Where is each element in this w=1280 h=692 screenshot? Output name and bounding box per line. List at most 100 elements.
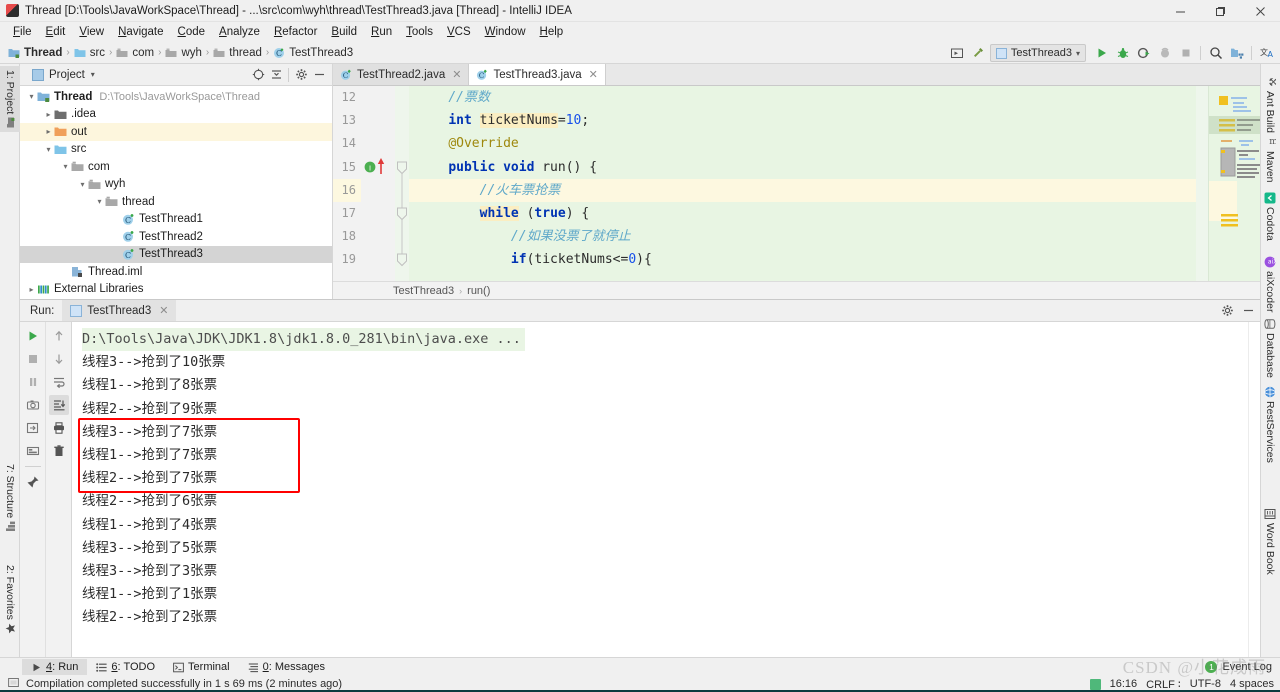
tree-node-thread[interactable]: ▾ thread: [20, 193, 332, 211]
close-icon[interactable]: ✕: [452, 68, 461, 81]
chevron-right-icon[interactable]: ▸: [43, 127, 54, 136]
tree-node-threadiml[interactable]: Thread.iml: [20, 263, 332, 281]
right-tab-database[interactable]: Database: [1260, 314, 1280, 382]
chevron-down-icon[interactable]: ▾: [91, 70, 95, 79]
code-line[interactable]: //票数: [409, 86, 1196, 109]
editor-breadcrumb-item[interactable]: TestThread3: [393, 285, 454, 297]
chevron-down-icon[interactable]: ▾: [43, 145, 54, 154]
bottom-tab-todo[interactable]: 6: TODO: [87, 659, 164, 675]
breadcrumb-item-testthread3[interactable]: C TestThread3: [273, 47, 353, 59]
right-tab-wordbook[interactable]: Word Book: [1260, 504, 1280, 579]
close-icon[interactable]: ✕: [589, 68, 598, 81]
code-line[interactable]: public void run() {: [409, 156, 1196, 179]
code-line[interactable]: while (true) {: [409, 202, 1196, 225]
status-encoding[interactable]: UTF-8: [1190, 678, 1221, 690]
soft-wrap-icon[interactable]: [49, 372, 69, 392]
right-tab-restservices[interactable]: RestServices: [1260, 382, 1280, 467]
translate-icon[interactable]: 文A: [1257, 44, 1276, 63]
collapse-all-icon[interactable]: [267, 66, 285, 84]
menu-refactor[interactable]: Refactor: [267, 24, 324, 40]
build-hammer-icon[interactable]: [969, 44, 988, 63]
breadcrumb-item-src[interactable]: src: [74, 47, 105, 59]
tree-node-externallibraries[interactable]: ▸ External Libraries: [20, 281, 332, 299]
bottom-tab-terminal[interactable]: Terminal: [164, 659, 239, 675]
menu-window[interactable]: Window: [478, 24, 533, 40]
tree-node-thread[interactable]: ▾ Thread D:\Tools\JavaWorkSpace\Thread: [20, 88, 332, 106]
breadcrumb-item-com[interactable]: com: [116, 47, 154, 59]
code-content[interactable]: //票数 int ticketNums=10; @Override public…: [409, 86, 1196, 281]
run-configuration-selector[interactable]: TestThread3 ▾: [989, 44, 1086, 62]
run-with-coverage-button[interactable]: [1134, 44, 1153, 63]
code-line[interactable]: @Override: [409, 132, 1196, 155]
breadcrumb-item-thread[interactable]: Thread: [8, 47, 62, 59]
tree-node-testthread2[interactable]: C TestThread2: [20, 228, 332, 246]
breadcrumb-item-thread[interactable]: thread: [213, 47, 262, 59]
error-stripe[interactable]: [1196, 86, 1208, 281]
project-tree[interactable]: ▾ Thread D:\Tools\JavaWorkSpace\Thread ▸ .id…: [20, 86, 332, 299]
code-minimap[interactable]: [1208, 86, 1260, 281]
hide-panel-icon[interactable]: [310, 66, 328, 84]
right-tab-maven[interactable]: m Maven: [1260, 132, 1280, 187]
editor-tab-testthread3java[interactable]: C TestThread3.java ✕: [469, 64, 606, 85]
close-button[interactable]: [1240, 0, 1280, 22]
pin-icon[interactable]: [23, 472, 43, 492]
debug-button[interactable]: [1113, 44, 1132, 63]
menu-file[interactable]: File: [6, 24, 39, 40]
gear-icon[interactable]: [292, 66, 310, 84]
menu-build[interactable]: Build: [324, 24, 364, 40]
code-line[interactable]: int ticketNums=10;: [409, 109, 1196, 132]
left-tab-favorites[interactable]: 2: Favorites: [0, 561, 20, 638]
code-folding-column[interactable]: [395, 86, 409, 281]
stop-button[interactable]: [1176, 44, 1195, 63]
console-output[interactable]: D:\Tools\Java\JDK\JDK1.8\jdk1.8.0_281\bi…: [72, 322, 1260, 676]
editor-breadcrumb-item[interactable]: run(): [467, 285, 490, 297]
chevron-down-icon[interactable]: ▾: [26, 92, 37, 101]
console-scrollbar[interactable]: [1248, 322, 1260, 676]
chevron-down-icon[interactable]: ▾: [94, 197, 105, 206]
code-line[interactable]: //如果没票了就停止: [409, 225, 1196, 248]
code-line[interactable]: //火车票抢票: [409, 178, 1196, 202]
bottom-tab-run[interactable]: 4: Run: [22, 659, 88, 675]
left-tab-structure[interactable]: 7: Structure: [0, 460, 20, 536]
menu-navigate[interactable]: Navigate: [111, 24, 170, 40]
print-icon[interactable]: [49, 418, 69, 438]
breadcrumb-item-wyh[interactable]: wyh: [165, 47, 202, 59]
tree-node-idea[interactable]: ▸ .idea: [20, 106, 332, 124]
status-line-separator[interactable]: CRLF ∶: [1146, 678, 1181, 691]
editor-tab-testthread2java[interactable]: C TestThread2.java ✕: [333, 64, 470, 85]
menu-run[interactable]: Run: [364, 24, 399, 40]
right-tab-codota[interactable]: Codota: [1260, 188, 1280, 245]
search-icon[interactable]: [1206, 44, 1225, 63]
tree-node-out[interactable]: ▸ out: [20, 123, 332, 141]
tree-node-testthread3[interactable]: C TestThread3: [20, 245, 332, 263]
close-icon[interactable]: ✕: [159, 304, 168, 317]
editor-breadcrumb[interactable]: TestThread3 › run(): [333, 281, 1260, 299]
left-tab-project[interactable]: 1: Project: [0, 66, 20, 133]
run-tab-testthread3[interactable]: TestThread3 ✕: [62, 300, 177, 321]
pause-icon[interactable]: [23, 372, 43, 392]
trash-icon[interactable]: [49, 441, 69, 461]
update-project-icon[interactable]: [948, 44, 967, 63]
maximize-button[interactable]: [1200, 0, 1240, 22]
scroll-to-end-icon[interactable]: [48, 395, 69, 415]
run-button[interactable]: [1092, 44, 1111, 63]
tree-node-com[interactable]: ▾ com: [20, 158, 332, 176]
tree-node-testthread1[interactable]: C TestThread1: [20, 211, 332, 229]
chevron-right-icon[interactable]: ▸: [43, 110, 54, 119]
locate-file-icon[interactable]: [249, 66, 267, 84]
terminal-status-icon[interactable]: [1089, 678, 1101, 690]
menu-view[interactable]: View: [72, 24, 111, 40]
menu-tools[interactable]: Tools: [399, 24, 440, 40]
gutter-markers[interactable]: I: [361, 86, 395, 281]
tree-node-wyh[interactable]: ▾ wyh: [20, 176, 332, 194]
code-editor[interactable]: 12 13 14 15 16 17 18 19 I //票数 int ticke…: [333, 86, 1260, 281]
gear-icon[interactable]: [1218, 302, 1236, 320]
status-indent[interactable]: 4 spaces: [1230, 678, 1274, 690]
tree-node-src[interactable]: ▾ src: [20, 141, 332, 159]
camera-icon[interactable]: [23, 395, 43, 415]
right-tab-antbuild[interactable]: ⚒ Ant Build: [1260, 72, 1280, 137]
profile-button[interactable]: [1155, 44, 1174, 63]
event-log-label[interactable]: Event Log: [1222, 661, 1272, 673]
bottom-tab-messages[interactable]: 0: Messages: [239, 659, 334, 675]
chevron-right-icon[interactable]: ▸: [26, 285, 37, 294]
